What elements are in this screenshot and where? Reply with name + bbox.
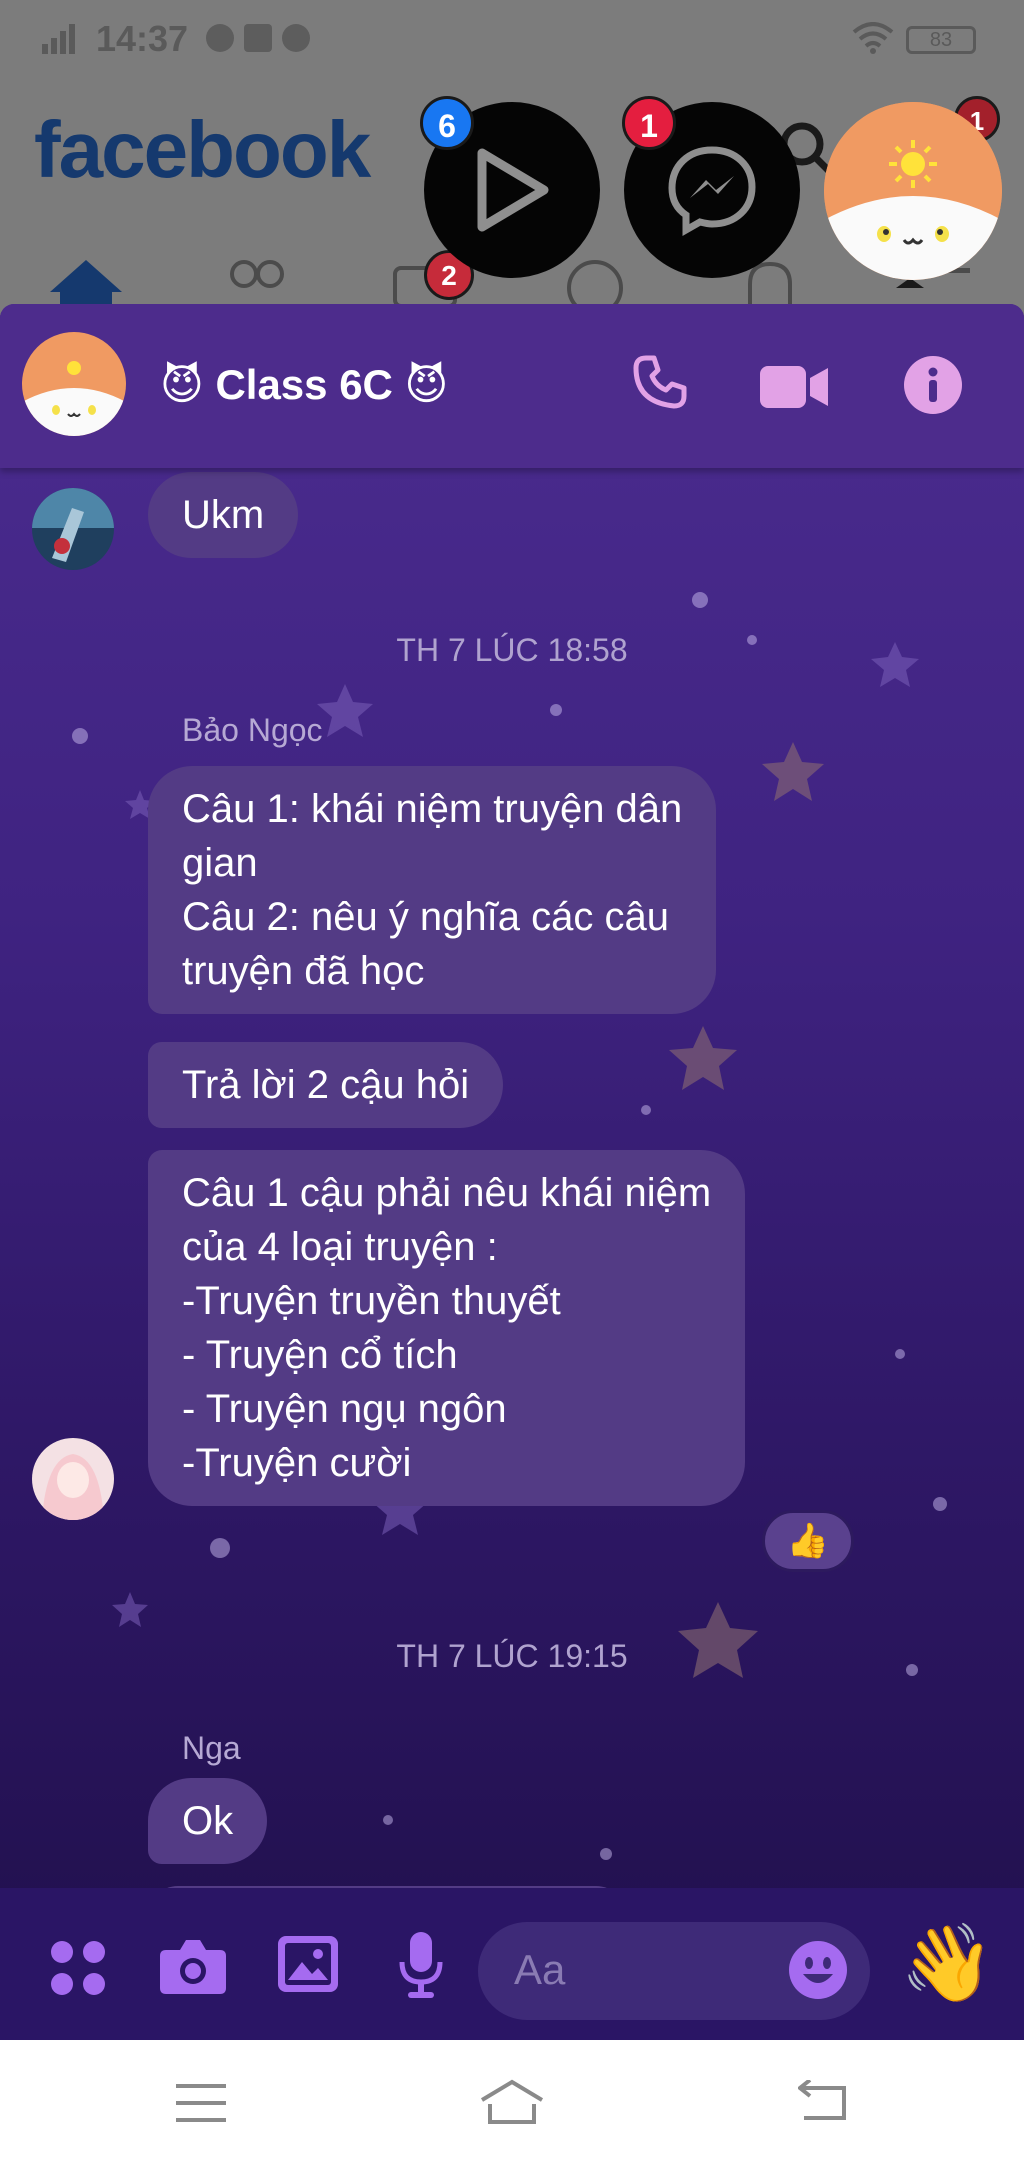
apps-icon[interactable]	[50, 1940, 106, 1996]
group-avatar[interactable]	[22, 332, 126, 436]
messenger-notification-icon-2	[282, 24, 310, 52]
sender-name: Bảo Ngọc	[182, 712, 323, 748]
mail-notification-icon	[244, 24, 272, 52]
recent-apps-icon[interactable]	[176, 2084, 226, 2122]
phone-icon[interactable]	[632, 354, 688, 410]
message-bubble[interactable]: Ok	[148, 1778, 268, 1864]
status-bar: 14:37 83	[0, 0, 1024, 78]
microphone-icon[interactable]	[398, 1932, 444, 1998]
messenger-icon	[668, 146, 756, 237]
messenger-chat-panel: 😈 Class 6C 😈 Ukm TH 7 LÚC 18:58 Bảo Ngọc	[0, 304, 1024, 2040]
chat-header: 😈 Class 6C 😈	[0, 304, 1024, 468]
profile-tab-icon[interactable]	[560, 258, 630, 306]
facebook-logo: facebook	[34, 105, 371, 194]
home-button-icon[interactable]	[478, 2078, 546, 2126]
battery-indicator: 83	[906, 26, 976, 54]
group-chathead[interactable]	[824, 102, 1002, 280]
sender-name: Nga	[182, 1730, 241, 1766]
timestamp: TH 7 LÚC 18:58	[396, 632, 628, 668]
message-bubble[interactable]: Câu 1 cậu phải nêu khái niệm của 4 loại …	[148, 1150, 746, 1506]
messenger-chathead-badge: 1	[622, 96, 676, 150]
message-composer: Aa 👋	[0, 1888, 1024, 2040]
chat-title[interactable]: 😈 Class 6C 😈	[160, 360, 448, 409]
reaction-badge[interactable]: 👍	[762, 1510, 854, 1572]
camera-icon[interactable]	[160, 1938, 226, 1994]
message-input-placeholder: Aa	[514, 1946, 566, 1993]
video-chathead-badge: 6	[420, 96, 474, 150]
status-time: 14:37	[96, 18, 189, 59]
participant-avatar[interactable]	[32, 1438, 114, 1520]
back-button-icon[interactable]	[798, 2080, 850, 2122]
video-camera-icon[interactable]	[760, 364, 830, 410]
timestamp: TH 7 LÚC 19:15	[396, 1638, 628, 1674]
play-icon	[477, 148, 549, 232]
message-bubble[interactable]: Ukm	[148, 472, 299, 558]
friends-tab-icon[interactable]	[222, 258, 292, 306]
info-icon[interactable]	[904, 356, 962, 414]
cute-blob-avatar-icon	[824, 102, 1002, 280]
messenger-notification-icon	[206, 24, 234, 52]
thumbs-up-icon: 👍	[786, 1522, 830, 1560]
message-bubble[interactable]: Trả lời 2 cậu hỏi	[148, 1042, 504, 1128]
wifi-icon	[852, 22, 894, 54]
system-navigation-bar	[0, 2040, 1024, 2162]
home-tab-icon[interactable]	[48, 258, 124, 306]
message-bubble[interactable]: Câu 1: khái niệm truyện dân gian Câu 2: …	[148, 766, 717, 1014]
signal-icon	[42, 24, 75, 54]
emoji-icon[interactable]	[788, 1940, 848, 2000]
message-input[interactable]: Aa	[478, 1922, 870, 2020]
participant-avatar[interactable]	[32, 488, 114, 570]
gallery-icon[interactable]	[278, 1936, 338, 1992]
wave-hand-icon[interactable]: 👋	[900, 1916, 995, 2012]
message-list[interactable]: Ukm TH 7 LÚC 18:58 Bảo Ngọc Câu 1: khái …	[0, 468, 1024, 1946]
